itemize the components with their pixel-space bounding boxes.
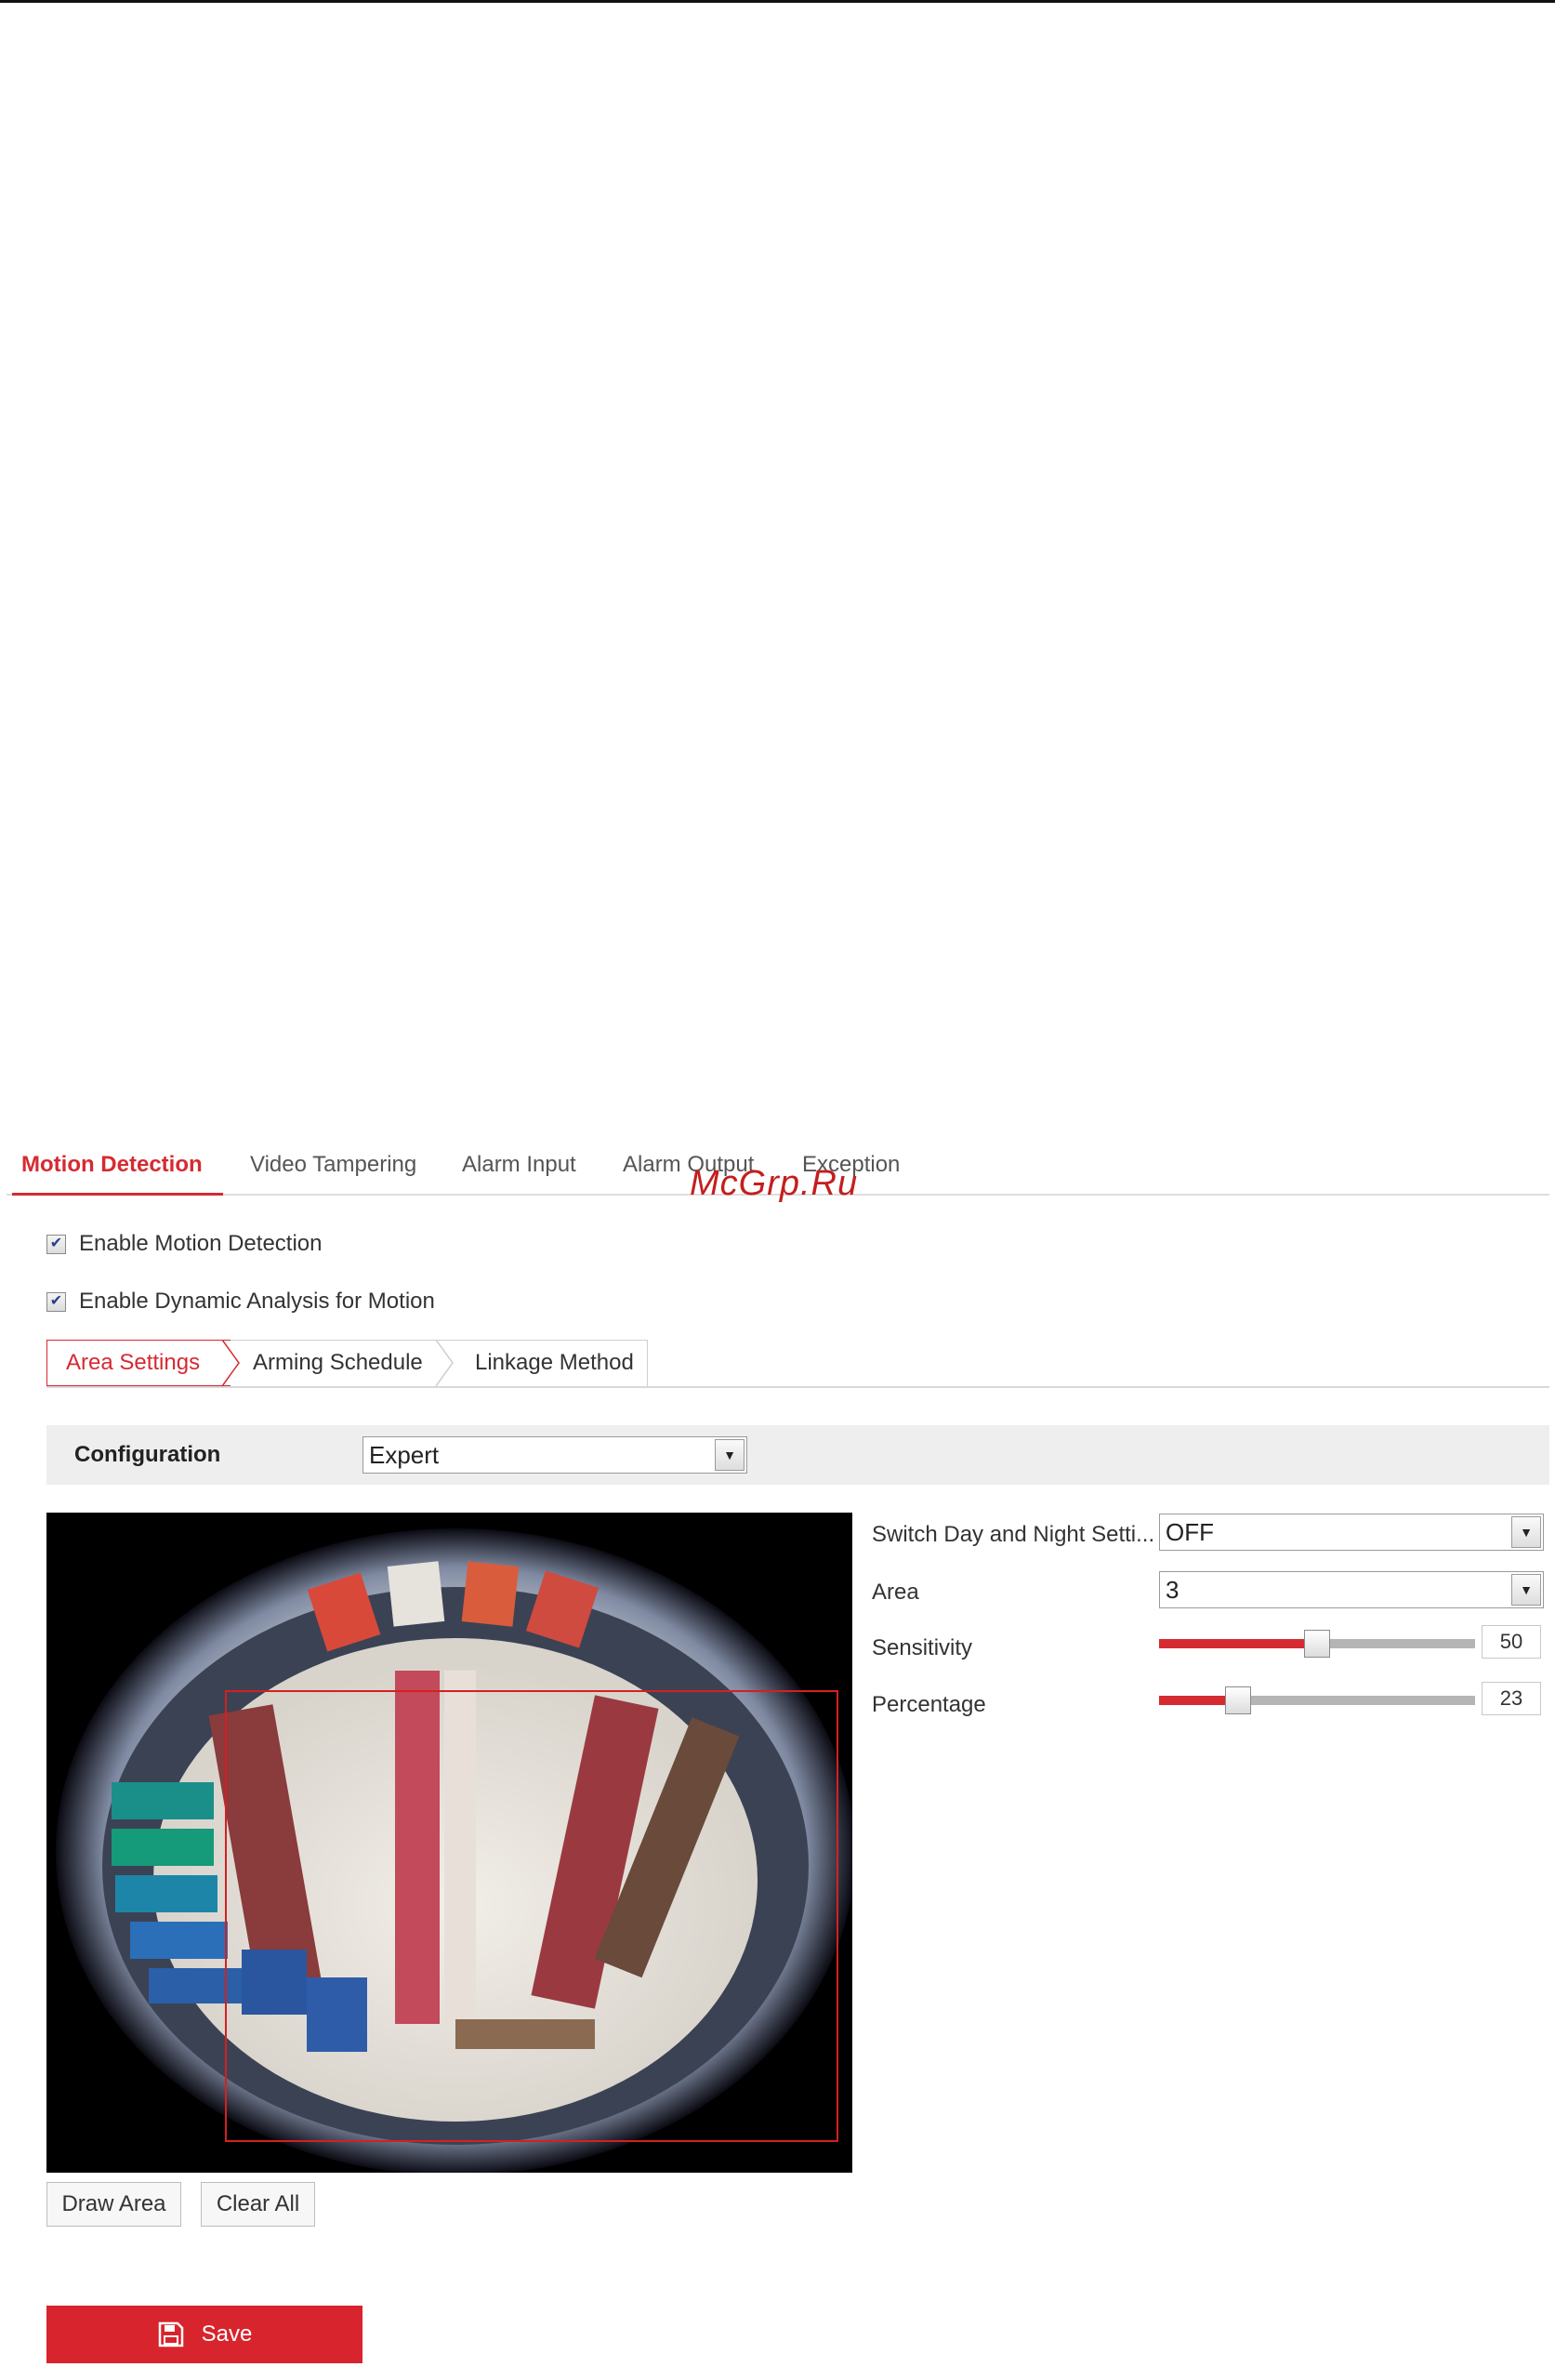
draw-area-button[interactable]: Draw Area	[46, 2182, 181, 2227]
tab-divider-chevron	[221, 1340, 240, 1387]
tab-divider-chevron	[435, 1340, 454, 1387]
area-select-value: 3	[1166, 1576, 1179, 1604]
switch-day-night-label: Switch Day and Night Setti...	[872, 1522, 1155, 1547]
enable-motion-detection-checkbox[interactable]: ✔ Enable Motion Detection	[46, 1230, 323, 1258]
enable-dynamic-analysis-label: Enable Dynamic Analysis for Motion	[79, 1289, 435, 1314]
configuration-select[interactable]: Expert ▼	[362, 1436, 747, 1474]
floppy-disk-icon	[158, 2321, 183, 2347]
tab-arming-schedule[interactable]: Arming Schedule	[253, 1340, 423, 1386]
percentage-slider-thumb[interactable]	[1225, 1686, 1251, 1714]
tab-area-settings[interactable]: Area Settings	[66, 1340, 200, 1386]
percentage-slider[interactable]	[1159, 1684, 1475, 1717]
save-button-label: Save	[201, 2321, 253, 2347]
area-select[interactable]: 3 ▼	[1159, 1571, 1544, 1608]
tab-alarm-input[interactable]: Alarm Input	[462, 1136, 576, 1194]
save-button[interactable]: Save	[46, 2306, 362, 2363]
motion-detection-area-rectangle[interactable]	[225, 1690, 838, 2142]
switch-day-night-value: OFF	[1166, 1518, 1214, 1546]
enable-dynamic-analysis-checkbox[interactable]: ✔ Enable Dynamic Analysis for Motion	[46, 1288, 435, 1316]
sensitivity-slider-thumb[interactable]	[1304, 1630, 1330, 1658]
area-label: Area	[872, 1580, 919, 1605]
live-video-preview[interactable]	[46, 1513, 852, 2173]
configuration-select-value: Expert	[369, 1441, 440, 1469]
sensitivity-slider-fill	[1159, 1639, 1317, 1648]
sensitivity-slider[interactable]	[1159, 1627, 1475, 1660]
watermark: McGrp.Ru	[690, 1164, 859, 1203]
sub-tab-end-border	[647, 1340, 648, 1386]
checkmark-icon[interactable]: ✔	[46, 1234, 66, 1254]
tab-motion-detection[interactable]: Motion Detection	[12, 1136, 223, 1196]
clear-all-button[interactable]: Clear All	[201, 2182, 315, 2227]
enable-motion-detection-label: Enable Motion Detection	[79, 1231, 323, 1256]
configuration-bar: Configuration Expert ▼	[46, 1425, 1549, 1485]
configuration-label: Configuration	[74, 1442, 221, 1467]
chevron-down-icon[interactable]: ▼	[1511, 1516, 1541, 1548]
tab-linkage-method[interactable]: Linkage Method	[475, 1340, 634, 1386]
top-rule	[0, 0, 1555, 3]
sensitivity-value-box[interactable]: 50	[1482, 1625, 1541, 1659]
sensitivity-label: Sensitivity	[872, 1635, 973, 1660]
percentage-label: Percentage	[872, 1692, 986, 1717]
tab-video-tampering[interactable]: Video Tampering	[250, 1136, 416, 1194]
chevron-down-icon[interactable]: ▼	[1511, 1574, 1541, 1606]
checkmark-icon[interactable]: ✔	[46, 1291, 66, 1312]
percentage-value-box[interactable]: 23	[1482, 1682, 1541, 1715]
sub-tab-bar: Area Settings Arming Schedule Linkage Me…	[46, 1340, 1549, 1388]
switch-day-night-select[interactable]: OFF ▼	[1159, 1514, 1544, 1551]
chevron-down-icon[interactable]: ▼	[715, 1439, 745, 1471]
